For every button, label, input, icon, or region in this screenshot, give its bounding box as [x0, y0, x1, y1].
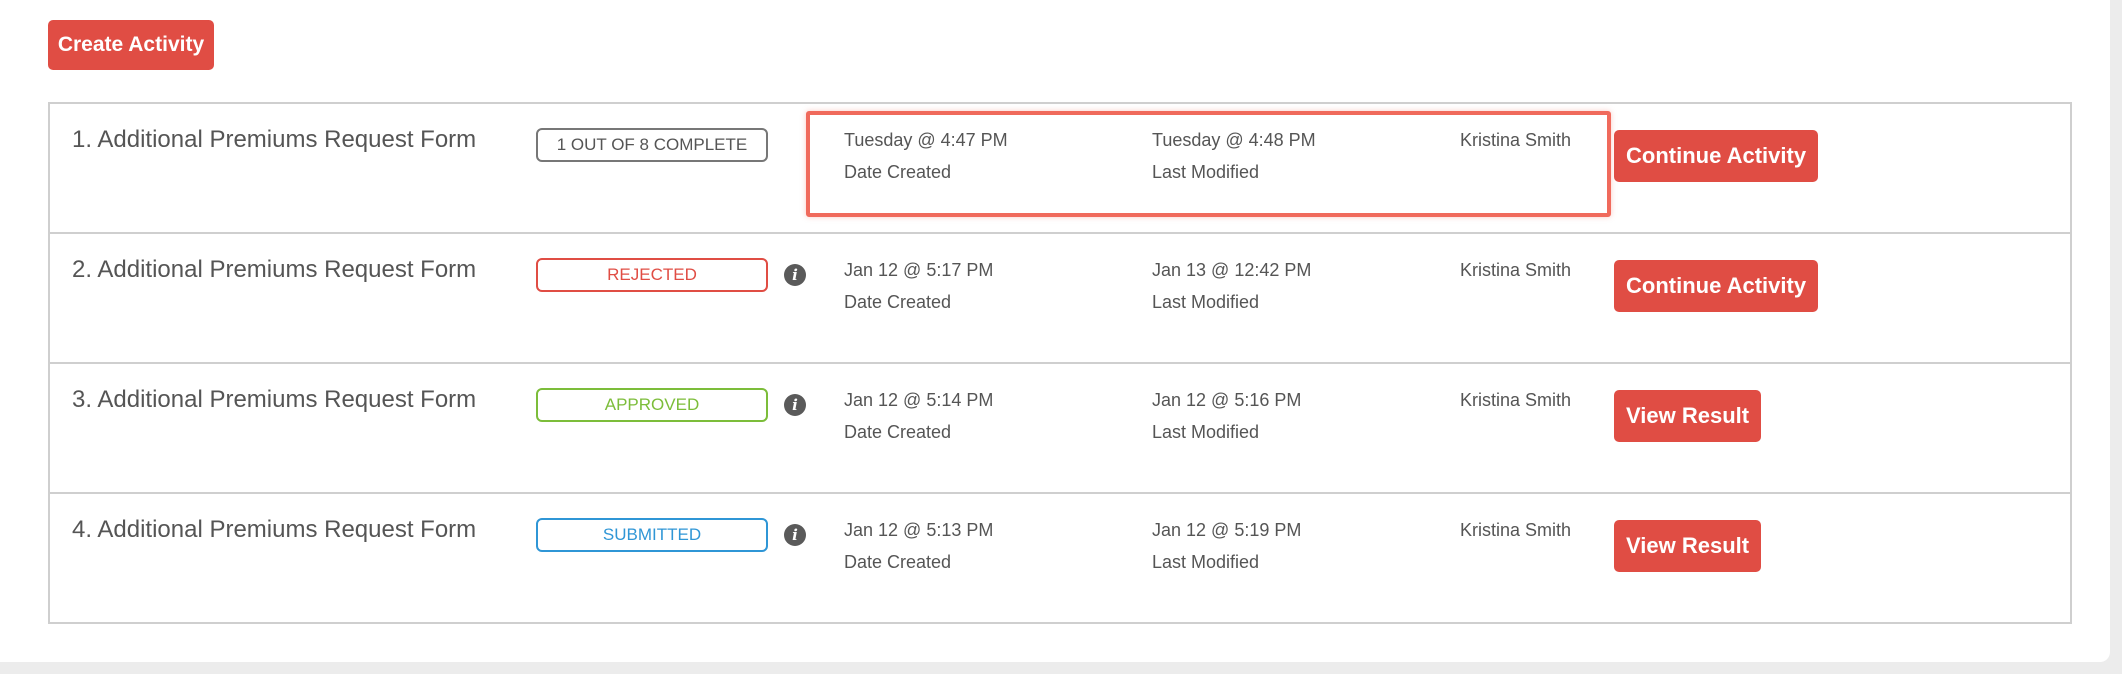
date-created-value: Tuesday @ 4:47 PM [844, 130, 1008, 150]
create-activity-button[interactable]: Create Activity [48, 20, 214, 70]
date-created-value: Jan 12 @ 5:13 PM [844, 520, 994, 540]
activity-title[interactable]: 3. Additional Premiums Request Form [72, 386, 476, 414]
user-name: Kristina Smith [1460, 520, 1572, 540]
date-created-label: Date Created [844, 552, 952, 572]
activity-row: 3. Additional Premiums Request Form APPR… [50, 364, 2070, 494]
activity-row: 1. Additional Premiums Request Form 1 OU… [50, 104, 2070, 234]
last-modified-value: Tuesday @ 4:48 PM [1152, 130, 1316, 150]
view-result-button[interactable]: View Result [1614, 520, 1762, 572]
continue-activity-button[interactable]: Continue Activity [1614, 130, 1819, 182]
date-created-label: Date Created [844, 162, 952, 182]
last-modified-value: Jan 12 @ 5:19 PM [1152, 520, 1302, 540]
activity-row: 2. Additional Premiums Request Form REJE… [50, 234, 2070, 364]
activity-panel: Create Activity 1. Additional Premiums R… [0, 0, 2110, 662]
date-created-value: Jan 12 @ 5:14 PM [844, 390, 994, 410]
last-modified-label: Last Modified [1152, 292, 1260, 312]
user-name: Kristina Smith [1460, 130, 1572, 150]
last-modified-label: Last Modified [1152, 422, 1260, 442]
info-icon[interactable]: i [784, 264, 806, 286]
info-icon[interactable]: i [784, 394, 806, 416]
activity-title[interactable]: 4. Additional Premiums Request Form [72, 516, 476, 544]
status-badge: REJECTED [536, 258, 768, 292]
date-created-label: Date Created [844, 422, 952, 442]
activity-title[interactable]: 1. Additional Premiums Request Form [72, 126, 476, 154]
continue-activity-button[interactable]: Continue Activity [1614, 260, 1819, 312]
info-icon[interactable]: i [784, 524, 806, 546]
status-badge: APPROVED [536, 388, 768, 422]
activity-row: 4. Additional Premiums Request Form SUBM… [50, 494, 2070, 624]
last-modified-label: Last Modified [1152, 162, 1260, 182]
last-modified-label: Last Modified [1152, 552, 1260, 572]
user-name: Kristina Smith [1460, 260, 1572, 280]
status-badge: SUBMITTED [536, 518, 768, 552]
user-name: Kristina Smith [1460, 390, 1572, 410]
date-created-value: Jan 12 @ 5:17 PM [844, 260, 994, 280]
activity-list: 1. Additional Premiums Request Form 1 OU… [48, 102, 2072, 624]
status-badge: 1 OUT OF 8 COMPLETE [536, 128, 768, 162]
last-modified-value: Jan 13 @ 12:42 PM [1152, 260, 1312, 280]
date-created-label: Date Created [844, 292, 952, 312]
view-result-button[interactable]: View Result [1614, 390, 1762, 442]
last-modified-value: Jan 12 @ 5:16 PM [1152, 390, 1302, 410]
activity-title[interactable]: 2. Additional Premiums Request Form [72, 256, 476, 284]
